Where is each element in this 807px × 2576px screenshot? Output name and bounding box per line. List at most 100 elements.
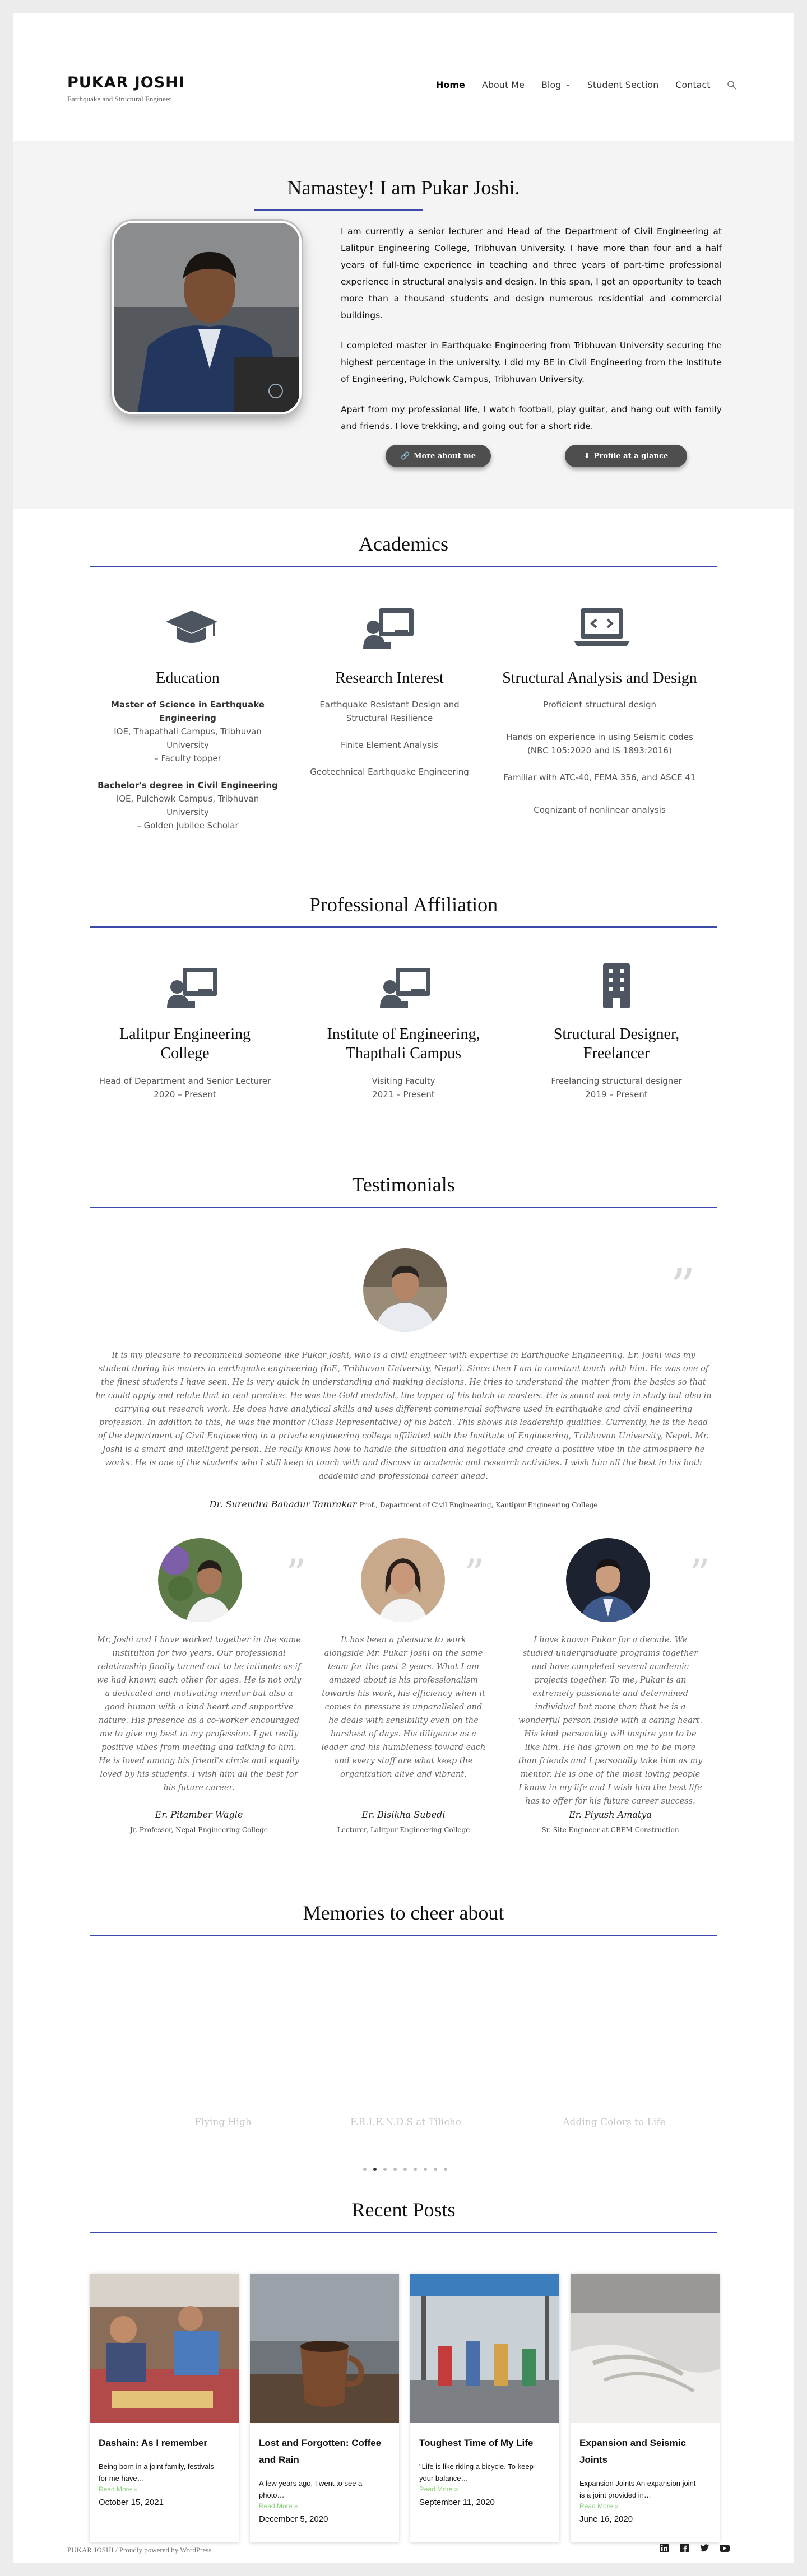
affiliation-title: Thapthali Campus <box>345 1045 462 1062</box>
testimonial-text: I have known Pukar for a decade. We stud… <box>518 1636 703 1806</box>
carousel-dot[interactable] <box>414 2168 417 2171</box>
nav-contact[interactable]: Contact <box>675 80 710 90</box>
profile-glance-button[interactable]: ⬇ Profile at a glance <box>565 445 687 467</box>
post-card[interactable]: Dashain: As I remember Being born in a j… <box>90 2274 239 2542</box>
post-card[interactable]: Toughest Time of My Life "Life is like r… <box>410 2274 559 2542</box>
research-line: Geotechnical Earthquake Engineering <box>310 767 469 777</box>
teacher-board-icon <box>362 606 416 651</box>
post-thumbnail[interactable] <box>410 2274 559 2423</box>
graduation-cap-icon <box>165 608 219 650</box>
testimonial-author-name: Er. Piyush Amatya <box>569 1809 652 1820</box>
affiliation-card: Structural Designer, Freelancer Freelanc… <box>521 1025 712 1101</box>
structural-title: Structural Analysis and Design <box>502 669 697 687</box>
laptop-code-icon <box>574 606 630 651</box>
download-icon: ⬇ <box>583 451 590 460</box>
memory-caption[interactable]: Adding Colors to Life <box>541 2117 687 2128</box>
bio-paragraph: I am currently a senior lecturer and Hea… <box>341 226 722 320</box>
testimonial-author-role: Lecturer, Lalitpur Engineering College <box>337 1826 470 1834</box>
affiliation-title: Freelancer <box>583 1045 650 1062</box>
memory-caption[interactable]: Flying High <box>150 2117 296 2128</box>
twitter-icon[interactable] <box>697 2541 712 2555</box>
memory-caption[interactable]: F.R.I.E.N.D.S at Tilicho <box>333 2117 479 2128</box>
site-tagline: Earthquake and Structural Engineer <box>67 95 171 103</box>
education-degree: Master of Science in Earthquake Engineer… <box>111 700 265 723</box>
affiliation-card: Lalitpur Engineering College Head of Dep… <box>90 1025 280 1101</box>
post-title[interactable]: Lost and Forgotten: Coffee and Rain <box>259 2435 393 2468</box>
quote-icon: ” <box>689 1550 710 1597</box>
post-excerpt-line: A few years ago, I went to see a <box>259 2479 363 2488</box>
post-title[interactable]: Dashain: As I remember <box>99 2435 233 2452</box>
post-title-line: Joints <box>579 2454 608 2465</box>
post-thumbnail[interactable] <box>250 2274 399 2423</box>
education-column: Education Master of Science in Earthquak… <box>95 669 280 832</box>
post-thumbnail[interactable] <box>90 2274 239 2423</box>
profile-glance-label: Profile at a glance <box>593 451 669 460</box>
building-icon <box>601 963 632 1010</box>
nav-blog-label: Blog <box>541 80 562 90</box>
post-excerpt-line: photo… <box>259 2491 285 2499</box>
post-title[interactable]: Toughest Time of My Life <box>419 2435 554 2452</box>
search-icon[interactable] <box>727 80 737 90</box>
teacher-board-icon <box>379 966 433 1010</box>
read-more-link[interactable]: Read More » <box>419 2485 458 2493</box>
carousel-dot[interactable] <box>363 2168 367 2171</box>
post-title[interactable]: Expansion and Seismic Joints <box>579 2435 714 2468</box>
youtube-icon[interactable] <box>717 2541 732 2555</box>
read-more-link[interactable]: Read More » <box>579 2502 618 2510</box>
post-excerpt-line: Being born in a joint family, festivals <box>99 2462 214 2471</box>
carousel-dot[interactable] <box>424 2168 427 2171</box>
nav-blog[interactable]: Blog ⌄ <box>541 80 571 90</box>
education-line: – Golden Jubilee Scholar <box>137 821 239 831</box>
post-date: October 15, 2021 <box>99 2498 164 2507</box>
main-nav: Home About Me Blog ⌄ Student Section Cont… <box>436 80 737 90</box>
post-excerpt-line: for me have… <box>99 2474 145 2482</box>
post-excerpt: Expansion Joints An expansion joint is a … <box>579 2477 714 2501</box>
carousel-dot[interactable] <box>383 2168 387 2171</box>
research-column: Research Interest Earthquake Resistant D… <box>297 669 482 779</box>
post-title-line: and Rain <box>259 2454 299 2465</box>
testimonial-main-text: It is my pleasure to recommend someone l… <box>95 1351 712 1481</box>
nav-student-section[interactable]: Student Section <box>587 80 659 90</box>
post-card[interactable]: Expansion and Seismic Joints Expansion Jo… <box>571 2274 720 2542</box>
post-date: December 5, 2020 <box>259 2514 328 2524</box>
more-about-me-button[interactable]: 🔗 More about me <box>386 445 491 467</box>
post-excerpt-line: "Life is like riding a bicycle. To keep <box>419 2462 534 2471</box>
page: PUKAR JOSHI Earthquake and Structural En… <box>13 13 794 2563</box>
site-title[interactable]: PUKAR JOSHI <box>67 74 185 91</box>
carousel-dot[interactable] <box>434 2168 437 2171</box>
structural-line: (NBC 105:2020 and IS 1893:2016) <box>527 746 672 756</box>
nav-about[interactable]: About Me <box>482 80 525 90</box>
carousel-dot-active[interactable] <box>373 2168 377 2171</box>
structural-line: Hands on experience in using Seismic cod… <box>506 732 693 742</box>
read-more-link[interactable]: Read More » <box>259 2502 298 2510</box>
facebook-icon[interactable] <box>677 2541 692 2555</box>
memories-underline <box>90 1935 717 1936</box>
affiliation-role: Freelancing structural designer <box>551 1076 682 1086</box>
affiliation-title: College <box>160 1045 210 1062</box>
testimonial-avatar <box>361 1538 445 1622</box>
testimonials-underline <box>90 1207 717 1208</box>
posts-underline <box>90 2232 717 2233</box>
testimonial-text: Mr. Joshi and I have worked together in … <box>96 1636 302 1792</box>
structural-line: Cognizant of nonlinear analysis <box>534 805 666 815</box>
carousel-dot[interactable] <box>404 2168 407 2171</box>
linkedin-icon[interactable] <box>657 2541 671 2555</box>
carousel-dot[interactable] <box>444 2168 447 2171</box>
posts-heading: Recent Posts <box>351 2198 456 2221</box>
post-card[interactable]: Lost and Forgotten: Coffee and Rain A few… <box>250 2274 399 2542</box>
affiliation-underline <box>90 926 717 928</box>
bio-paragraph: I completed master in Earthquake Enginee… <box>341 341 722 384</box>
post-thumbnail[interactable] <box>571 2274 720 2423</box>
affiliation-title: Institute of Engineering, <box>327 1026 480 1043</box>
read-more-link[interactable]: Read More » <box>99 2485 137 2493</box>
structural-line: Proficient structural design <box>542 700 657 710</box>
post-title-line: Dashain: As I remember <box>99 2438 207 2448</box>
carousel-dot[interactable] <box>393 2168 397 2171</box>
education-title: Education <box>156 669 220 687</box>
affiliation-role: Head of Department and Senior Lecturer <box>99 1076 271 1086</box>
quote-icon: ” <box>286 1550 307 1597</box>
nav-home[interactable]: Home <box>436 80 465 90</box>
affiliation-title: Structural Designer, <box>553 1026 680 1043</box>
quote-icon: ” <box>670 1258 695 1316</box>
site-branding: PUKAR JOSHI Earthquake and Structural En… <box>67 74 185 104</box>
